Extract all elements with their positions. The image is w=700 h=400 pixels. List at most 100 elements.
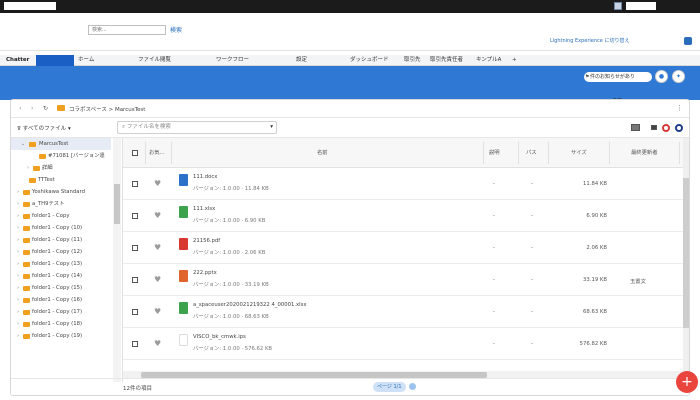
- tree-item-label[interactable]: 詳細: [42, 162, 53, 174]
- lightning-switch-link[interactable]: Lightning Experience に切り替え: [550, 36, 692, 46]
- column-size[interactable]: サイズ: [571, 148, 587, 156]
- list-view-icon[interactable]: [631, 124, 640, 131]
- tree-item-label[interactable]: folder1 - Copy: [32, 210, 69, 222]
- grid-view-icon[interactable]: [651, 125, 657, 130]
- table-row[interactable]: ♥ 21156.pdf バージョン: 1.0.00 · 2.06 KB - - …: [123, 232, 689, 264]
- tree-item[interactable]: › folder1 - Copy (13): [11, 258, 111, 270]
- tree-item[interactable]: › folder1 - Copy (18): [11, 318, 111, 330]
- row-checkbox[interactable]: [132, 309, 138, 315]
- chevron-right-icon[interactable]: ›: [17, 318, 19, 330]
- table-row[interactable]: ♥ 111.xlsx バージョン: 1.0.00 · 6.90 KB - - 6…: [123, 200, 689, 232]
- page-indicator[interactable]: ページ 1/1: [373, 382, 406, 392]
- global-search-input[interactable]: 検索...: [88, 25, 166, 35]
- tree-item[interactable]: › folder1 - Copy: [11, 210, 111, 222]
- file-filter-dropdown[interactable]: ⊽ すべてのファイル ▾: [17, 124, 71, 132]
- column-description[interactable]: 説明: [489, 148, 500, 156]
- table-row[interactable]: ♥ a_spaceuser2020021219322 4_00001.xlsx …: [123, 296, 689, 328]
- heart-icon[interactable]: ♥: [154, 179, 161, 188]
- chevron-right-icon[interactable]: ›: [17, 282, 19, 294]
- file-search-placeholder[interactable]: ファイル名を検索: [127, 124, 171, 130]
- tree-item-label[interactable]: folder1 - Copy (18): [32, 318, 82, 330]
- row-checkbox[interactable]: [132, 213, 138, 219]
- tree-item-label[interactable]: folder1 - Copy (17): [32, 306, 82, 318]
- chevron-right-icon[interactable]: ›: [17, 186, 19, 198]
- breadcrumb[interactable]: コラボスペース > MarcusTest: [69, 105, 145, 113]
- tree-item[interactable]: › folder1 - Copy (17): [11, 306, 111, 318]
- tab-contacts[interactable]: 取引先責任者: [430, 55, 463, 66]
- column-name[interactable]: 名前: [317, 148, 328, 156]
- heart-icon[interactable]: ♥: [154, 339, 161, 348]
- heart-icon[interactable]: ♥: [154, 211, 161, 220]
- chevron-right-icon[interactable]: ›: [17, 306, 19, 318]
- more-options-icon[interactable]: ⋮: [676, 104, 683, 112]
- tree-item[interactable]: › folder1 - Copy (14): [11, 270, 111, 282]
- heart-filter-icon[interactable]: [662, 124, 670, 132]
- chevron-right-icon[interactable]: ›: [17, 222, 19, 234]
- chevron-right-icon[interactable]: ›: [17, 246, 19, 258]
- file-name[interactable]: 21156.pdf: [193, 238, 220, 244]
- back-arrow-icon[interactable]: ‹: [19, 105, 21, 112]
- tab-chatter[interactable]: Chatter: [6, 55, 29, 66]
- chevron-right-icon[interactable]: ›: [17, 258, 19, 270]
- row-checkbox[interactable]: [132, 277, 138, 283]
- notification-pill[interactable]: ⚑ 件のお知らせがあり: [584, 72, 652, 82]
- chevron-right-icon[interactable]: ›: [17, 294, 19, 306]
- tree-scrollbar[interactable]: [113, 138, 121, 382]
- tree-item[interactable]: ⌄ MarcusTest: [11, 138, 111, 150]
- tree-item[interactable]: › Yoshikawa Standard: [11, 186, 111, 198]
- tab-file-browse[interactable]: ファイル閲覧: [138, 55, 171, 66]
- chevron-right-icon[interactable]: ›: [17, 198, 19, 210]
- scrollbar-thumb[interactable]: [683, 178, 689, 328]
- file-name[interactable]: a_spaceuser2020021219322 4_00001.xlsx: [193, 302, 307, 308]
- chevron-right-icon[interactable]: ›: [17, 330, 19, 342]
- search-button[interactable]: 検索: [170, 25, 182, 34]
- tree-item[interactable]: › folder1 - Copy (10): [11, 222, 111, 234]
- chevron-right-icon[interactable]: ›: [17, 234, 19, 246]
- add-file-button[interactable]: +: [676, 371, 698, 393]
- column-favorite[interactable]: お気...: [149, 148, 165, 156]
- tab-accounts[interactable]: 取引先: [404, 55, 421, 66]
- file-search-input[interactable]: ⌕ ファイル名を検索 ▾: [117, 121, 277, 134]
- row-checkbox[interactable]: [132, 181, 138, 187]
- tree-item[interactable]: › folder1 - Copy (11): [11, 234, 111, 246]
- tree-item-label[interactable]: folder1 - Copy (10): [32, 222, 82, 234]
- tab-home[interactable]: ホーム: [78, 55, 94, 66]
- chevron-down-icon[interactable]: ▾: [270, 122, 273, 133]
- lightning-toggle-icon[interactable]: [684, 37, 692, 45]
- tree-item[interactable]: TTTest: [11, 174, 111, 186]
- lightning-switch-label[interactable]: Lightning Experience に切り替え: [550, 38, 629, 44]
- chevron-down-icon[interactable]: ⌄: [21, 138, 25, 150]
- tree-item[interactable]: › folder1 - Copy (16): [11, 294, 111, 306]
- table-row[interactable]: ♥ VISCO_bk_cmwk.ips バージョン: 1.0.00 · 576.…: [123, 328, 689, 360]
- chevron-down-icon[interactable]: ▾: [68, 126, 71, 132]
- heart-icon[interactable]: ♥: [154, 243, 161, 252]
- tab-add-button[interactable]: +: [512, 55, 517, 66]
- tree-item-label[interactable]: folder1 - Copy (19): [32, 330, 82, 342]
- tree-item-label[interactable]: #71081 [バージョン違: [48, 150, 105, 162]
- page-icon[interactable]: [409, 383, 416, 390]
- tree-item[interactable]: › folder1 - Copy (19): [11, 330, 111, 342]
- help-icon[interactable]: ●: [655, 70, 668, 83]
- tab-settings[interactable]: 設定: [296, 55, 307, 66]
- column-path[interactable]: パス: [526, 148, 537, 156]
- tree-item-label[interactable]: folder1 - Copy (16): [32, 294, 82, 306]
- user-name-box[interactable]: [626, 2, 656, 10]
- refresh-icon[interactable]: ↻: [43, 105, 48, 112]
- tree-item-label[interactable]: folder1 - Copy (15): [32, 282, 82, 294]
- forward-arrow-icon[interactable]: ›: [31, 105, 33, 112]
- row-checkbox[interactable]: [132, 245, 138, 251]
- tree-item[interactable]: #71081 [バージョン違: [11, 150, 111, 162]
- file-name[interactable]: 111.docx: [193, 174, 217, 180]
- row-checkbox[interactable]: [132, 341, 138, 347]
- user-icon[interactable]: [614, 2, 622, 10]
- tree-item-label[interactable]: folder1 - Copy (14): [32, 270, 82, 282]
- assistant-icon[interactable]: ✦: [672, 70, 685, 83]
- table-row[interactable]: ♥ 222.pptx バージョン: 1.0.00 · 33.19 KB - - …: [123, 264, 689, 296]
- tree-item-label[interactable]: TTTest: [38, 174, 55, 186]
- notification-text[interactable]: 件のお知らせがあり: [590, 74, 635, 80]
- recent-filter-icon[interactable]: [675, 124, 683, 132]
- tree-item[interactable]: › a_TH9テスト: [11, 198, 111, 210]
- table-row[interactable]: ♥ 111.docx バージョン: 1.0.00 · 11.84 KB - - …: [123, 168, 689, 200]
- file-name[interactable]: 222.pptx: [193, 270, 217, 276]
- heart-icon[interactable]: ♥: [154, 275, 161, 284]
